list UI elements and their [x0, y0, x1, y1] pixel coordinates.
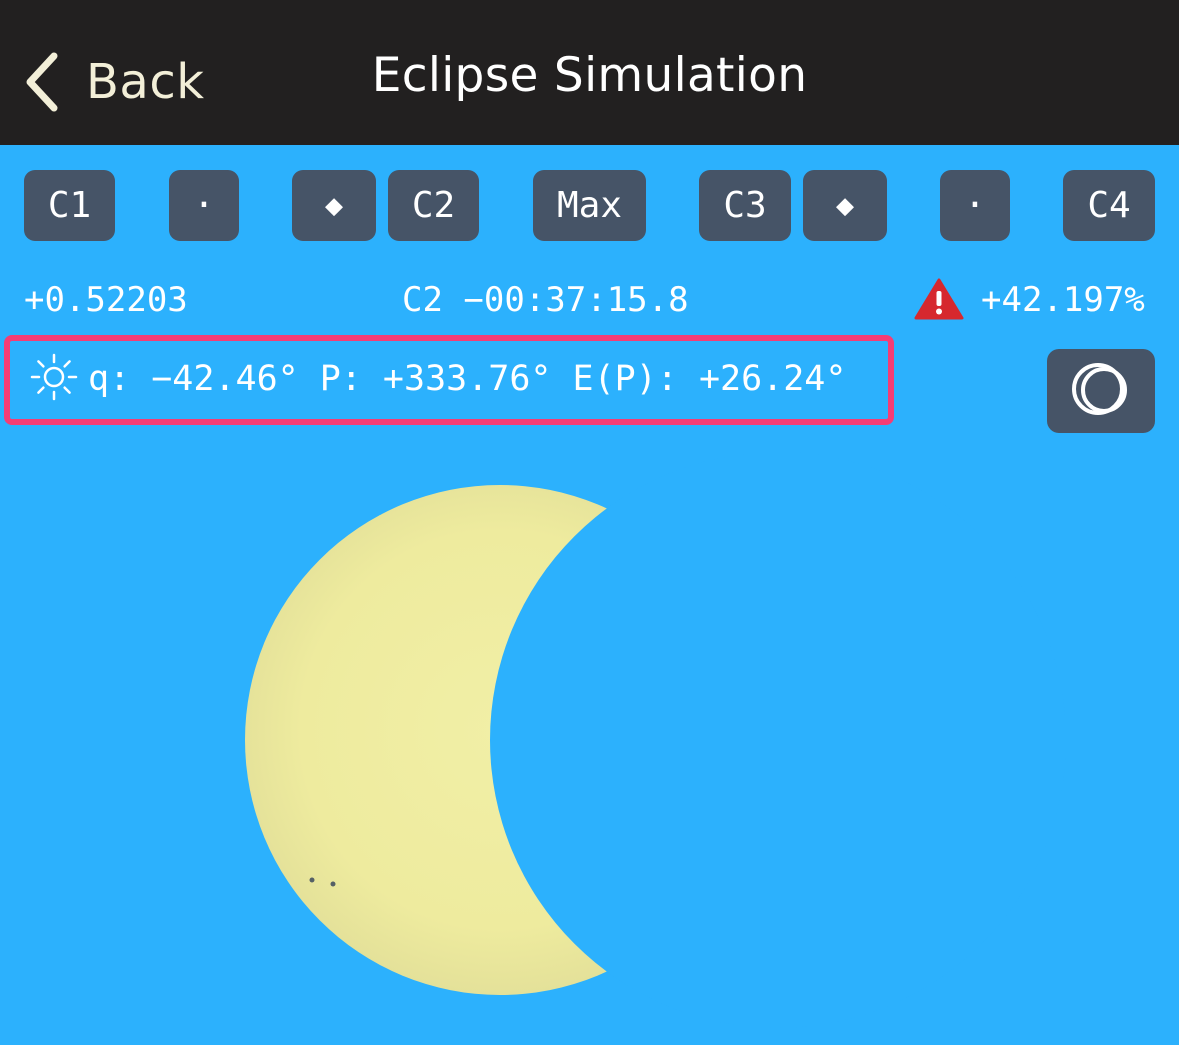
eclipse-view	[245, 452, 1066, 1028]
sunspot	[309, 877, 315, 883]
sunspot	[330, 881, 336, 887]
moon-disk	[490, 452, 1066, 1028]
